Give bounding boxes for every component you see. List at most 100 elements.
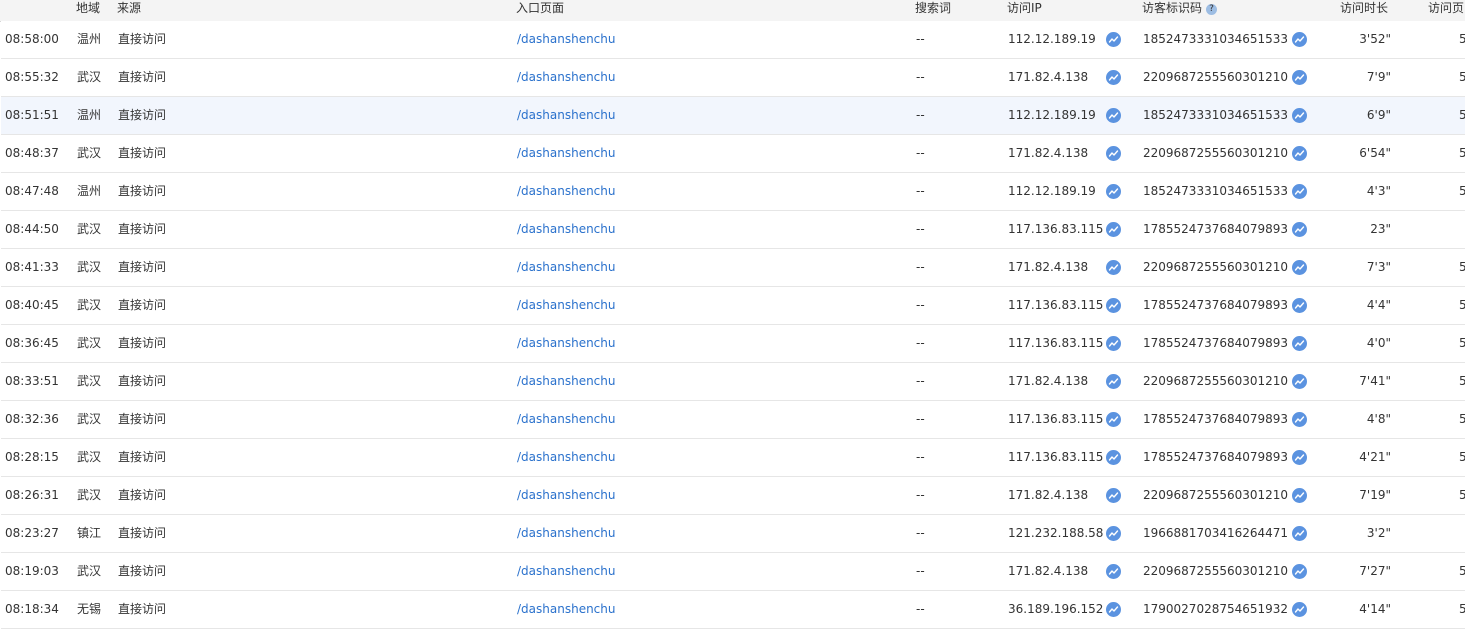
entry-page-link[interactable]: /dashanshenchu xyxy=(517,21,615,58)
traffic-source: 直接访问 xyxy=(118,450,167,464)
trend-line-icon[interactable] xyxy=(1292,450,1307,465)
entry-page-link[interactable]: /dashanshenchu xyxy=(517,553,615,590)
entry-page-link[interactable]: /dashanshenchu xyxy=(517,325,615,362)
traffic-source: 直接访问 xyxy=(118,374,167,388)
trend-line-icon[interactable] xyxy=(1106,602,1121,617)
trend-line-icon[interactable] xyxy=(1106,32,1121,47)
trend-line-icon[interactable] xyxy=(1292,412,1307,427)
trend-line-icon[interactable] xyxy=(1106,146,1121,161)
table-row[interactable]: 08:55:32 武汉 直接访问/dashanshenchu -- 171.82.4.1… xyxy=(1,59,1465,97)
entry-page-link[interactable]: /dashanshenchu xyxy=(517,135,615,172)
table-row[interactable]: 08:19:03 武汉 直接访问/dashanshenchu -- 171.82.4.1… xyxy=(1,553,1465,591)
visit-ip: 112.12.189.19 xyxy=(1008,108,1096,122)
header-region[interactable]: 地域 xyxy=(76,0,100,16)
entry-page-link[interactable]: /dashanshenchu xyxy=(517,287,615,324)
visit-ip: 171.82.4.138 xyxy=(1008,70,1089,84)
trend-line-icon[interactable] xyxy=(1106,526,1121,541)
trend-line-icon[interactable] xyxy=(1292,336,1307,351)
table-row[interactable]: 08:33:51 武汉 直接访问/dashanshenchu -- 171.82.4.1… xyxy=(1,363,1465,401)
trend-line-icon[interactable] xyxy=(1292,222,1307,237)
visitor-id: 2209687255560301210 xyxy=(1143,70,1289,84)
pages-visited: 5 xyxy=(1459,260,1465,274)
visitor-id: 1852473331034651533 xyxy=(1143,108,1289,122)
traffic-source: 直接访问 xyxy=(118,146,167,160)
visit-time: 08:48:37 xyxy=(5,146,59,160)
region: 武汉 xyxy=(77,374,102,388)
table-row[interactable]: 08:26:31 武汉 直接访问/dashanshenchu -- 171.82.4.1… xyxy=(1,477,1465,515)
region: 武汉 xyxy=(77,488,102,502)
header-search-keyword[interactable]: 搜索词 xyxy=(915,0,951,16)
pages-visited: 5 xyxy=(1459,564,1465,578)
trend-line-icon[interactable] xyxy=(1292,488,1307,503)
visit-time: 08:51:51 xyxy=(5,108,59,122)
entry-page-link[interactable]: /dashanshenchu xyxy=(517,211,615,248)
header-pages-visited[interactable]: 访问页 xyxy=(1428,0,1464,16)
entry-page-link[interactable]: /dashanshenchu xyxy=(517,249,615,286)
search-keyword: -- xyxy=(916,336,925,350)
visit-time: 08:40:45 xyxy=(5,298,59,312)
table-row[interactable]: 08:41:33 武汉 直接访问/dashanshenchu -- 171.82.4.1… xyxy=(1,249,1465,287)
trend-line-icon[interactable] xyxy=(1292,108,1307,123)
table-row[interactable]: 08:32:36 武汉 直接访问/dashanshenchu -- 117.136.83… xyxy=(1,401,1465,439)
table-row[interactable]: 08:48:37 武汉 直接访问/dashanshenchu -- 171.82.4.1… xyxy=(1,135,1465,173)
header-entry-page[interactable]: 入口页面 xyxy=(516,0,564,16)
visit-time: 08:36:45 xyxy=(5,336,59,350)
table-row[interactable]: 08:28:15 武汉 直接访问/dashanshenchu -- 117.136.83… xyxy=(1,439,1465,477)
trend-line-icon[interactable] xyxy=(1292,184,1307,199)
trend-line-icon[interactable] xyxy=(1106,374,1121,389)
trend-line-icon[interactable] xyxy=(1106,184,1121,199)
trend-line-icon[interactable] xyxy=(1106,108,1121,123)
entry-page-link[interactable]: /dashanshenchu xyxy=(517,591,615,628)
trend-line-icon[interactable] xyxy=(1106,222,1121,237)
trend-line-icon[interactable] xyxy=(1106,488,1121,503)
trend-line-icon[interactable] xyxy=(1106,412,1121,427)
header-visit-ip[interactable]: 访问IP xyxy=(1007,0,1042,16)
pages-visited: 5 xyxy=(1459,488,1465,502)
trend-line-icon[interactable] xyxy=(1106,260,1121,275)
visit-ip: 121.232.188.58 xyxy=(1008,526,1104,540)
search-keyword: -- xyxy=(916,260,925,274)
table-row[interactable]: 08:51:51 温州 直接访问/dashanshenchu -- 112.12.189… xyxy=(1,97,1465,135)
trend-line-icon[interactable] xyxy=(1292,526,1307,541)
entry-page-link[interactable]: /dashanshenchu xyxy=(517,439,615,476)
table-row[interactable]: 08:58:00 温州 直接访问/dashanshenchu -- 112.12.189… xyxy=(1,21,1465,59)
table-row[interactable]: 08:44:50 武汉 直接访问/dashanshenchu -- 117.136.83… xyxy=(1,211,1465,249)
entry-page-link[interactable]: /dashanshenchu xyxy=(517,173,615,210)
region: 温州 xyxy=(77,32,102,46)
visit-ip: 171.82.4.138 xyxy=(1008,374,1089,388)
header-visit-duration[interactable]: 访问时长 xyxy=(1340,0,1388,16)
entry-page-link[interactable]: /dashanshenchu xyxy=(517,401,615,438)
entry-page-link[interactable]: /dashanshenchu xyxy=(517,477,615,514)
traffic-source: 直接访问 xyxy=(118,412,167,426)
question-circle-icon[interactable]: ? xyxy=(1206,4,1218,15)
table-row[interactable]: 08:47:48 温州 直接访问/dashanshenchu -- 112.12.189… xyxy=(1,173,1465,211)
trend-line-icon[interactable] xyxy=(1292,298,1307,313)
entry-page-link[interactable]: /dashanshenchu xyxy=(517,59,615,96)
header-source[interactable]: 来源 xyxy=(117,0,141,16)
visit-time: 08:33:51 xyxy=(5,374,59,388)
trend-line-icon[interactable] xyxy=(1106,450,1121,465)
trend-line-icon[interactable] xyxy=(1292,602,1307,617)
region: 武汉 xyxy=(77,450,102,464)
traffic-source: 直接访问 xyxy=(118,336,167,350)
header-visitor-id[interactable]: 访客标识码? xyxy=(1142,0,1218,16)
trend-line-icon[interactable] xyxy=(1292,260,1307,275)
trend-line-icon[interactable] xyxy=(1292,564,1307,579)
entry-page-link[interactable]: /dashanshenchu xyxy=(517,515,615,552)
trend-line-icon[interactable] xyxy=(1292,70,1307,85)
trend-line-icon[interactable] xyxy=(1292,32,1307,47)
entry-page-link[interactable]: /dashanshenchu xyxy=(517,363,615,400)
entry-page-link[interactable]: /dashanshenchu xyxy=(517,97,615,134)
trend-line-icon[interactable] xyxy=(1292,146,1307,161)
trend-line-icon[interactable] xyxy=(1106,298,1121,313)
visit-time: 08:19:03 xyxy=(5,564,59,578)
visit-duration: 4'8" xyxy=(1366,412,1391,426)
table-row[interactable]: 08:18:34 无锡 直接访问/dashanshenchu -- 36.189.196… xyxy=(1,591,1465,629)
table-row[interactable]: 08:36:45 武汉 直接访问/dashanshenchu -- 117.136.83… xyxy=(1,325,1465,363)
trend-line-icon[interactable] xyxy=(1106,564,1121,579)
trend-line-icon[interactable] xyxy=(1292,374,1307,389)
trend-line-icon[interactable] xyxy=(1106,336,1121,351)
trend-line-icon[interactable] xyxy=(1106,70,1121,85)
table-row[interactable]: 08:23:27 镇江 直接访问/dashanshenchu -- 121.232.18… xyxy=(1,515,1465,553)
table-row[interactable]: 08:40:45 武汉 直接访问/dashanshenchu -- 117.136.83… xyxy=(1,287,1465,325)
